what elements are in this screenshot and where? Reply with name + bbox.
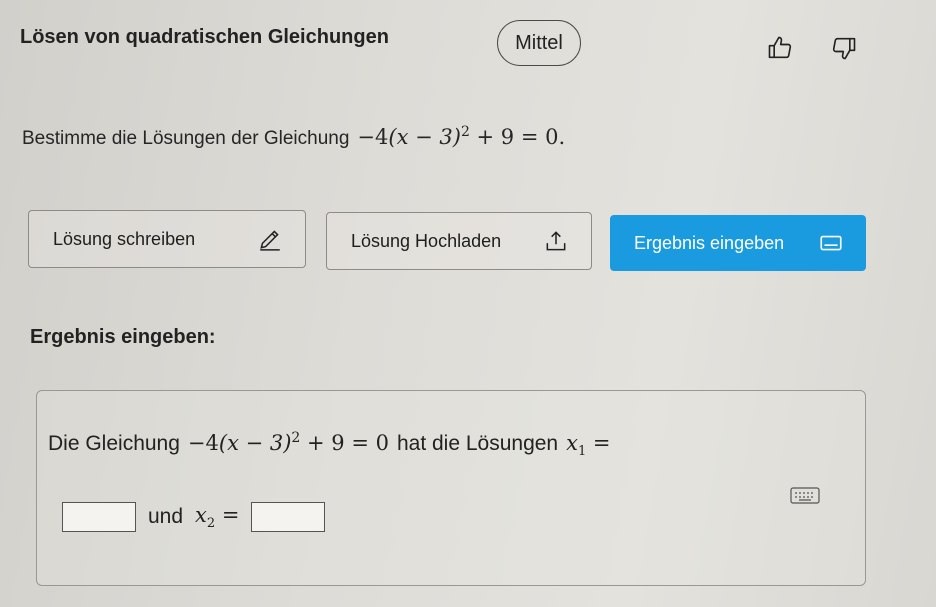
page-title: Lösen von quadratischen Gleichungen — [20, 26, 389, 48]
x2-label: x2 = — [195, 502, 240, 532]
enter-result-button[interactable]: Ergebnis eingeben — [610, 215, 866, 271]
difficulty-badge: Mittel — [497, 20, 581, 66]
enter-result-label: Ergebnis eingeben — [634, 232, 785, 253]
thumbs-down-button[interactable] — [828, 32, 860, 64]
upload-solution-button[interactable]: Lösung Hochladen — [326, 212, 592, 270]
result-section-title: Ergebnis eingeben: — [30, 326, 216, 348]
result-equation: −4(x − 3)2 + 9 = 0 — [187, 430, 389, 455]
keyboard-icon — [820, 235, 842, 251]
thumbs-up-icon — [768, 36, 792, 59]
write-solution-label: Lösung schreiben — [53, 228, 196, 249]
task-prompt: Bestimme die Lösungen der Gleichung −4(x… — [22, 124, 565, 150]
keyboard-icon — [790, 487, 820, 504]
x1-label: x1 = — [566, 431, 611, 460]
thumbs-down-icon — [832, 37, 856, 60]
result-statement: Die Gleichung −4(x − 3)2 + 9 = 0 hat die… — [48, 430, 611, 460]
task-equation: −4(x − 3)2 + 9 = 0. — [357, 124, 566, 149]
task-prompt-text: Bestimme die Lösungen der Gleichung — [22, 128, 350, 149]
x2-input[interactable] — [251, 502, 326, 532]
result-card — [36, 390, 866, 586]
upload-icon — [546, 231, 566, 251]
and-label: und — [148, 505, 184, 528]
answer-row: und x2 = — [62, 502, 326, 532]
x1-input[interactable] — [62, 502, 136, 532]
keyboard-toggle[interactable] — [790, 486, 820, 506]
write-solution-button[interactable]: Lösung schreiben — [28, 210, 306, 268]
upload-solution-label: Lösung Hochladen — [351, 230, 502, 251]
pencil-icon — [260, 230, 280, 251]
thumbs-up-button[interactable] — [764, 32, 796, 64]
